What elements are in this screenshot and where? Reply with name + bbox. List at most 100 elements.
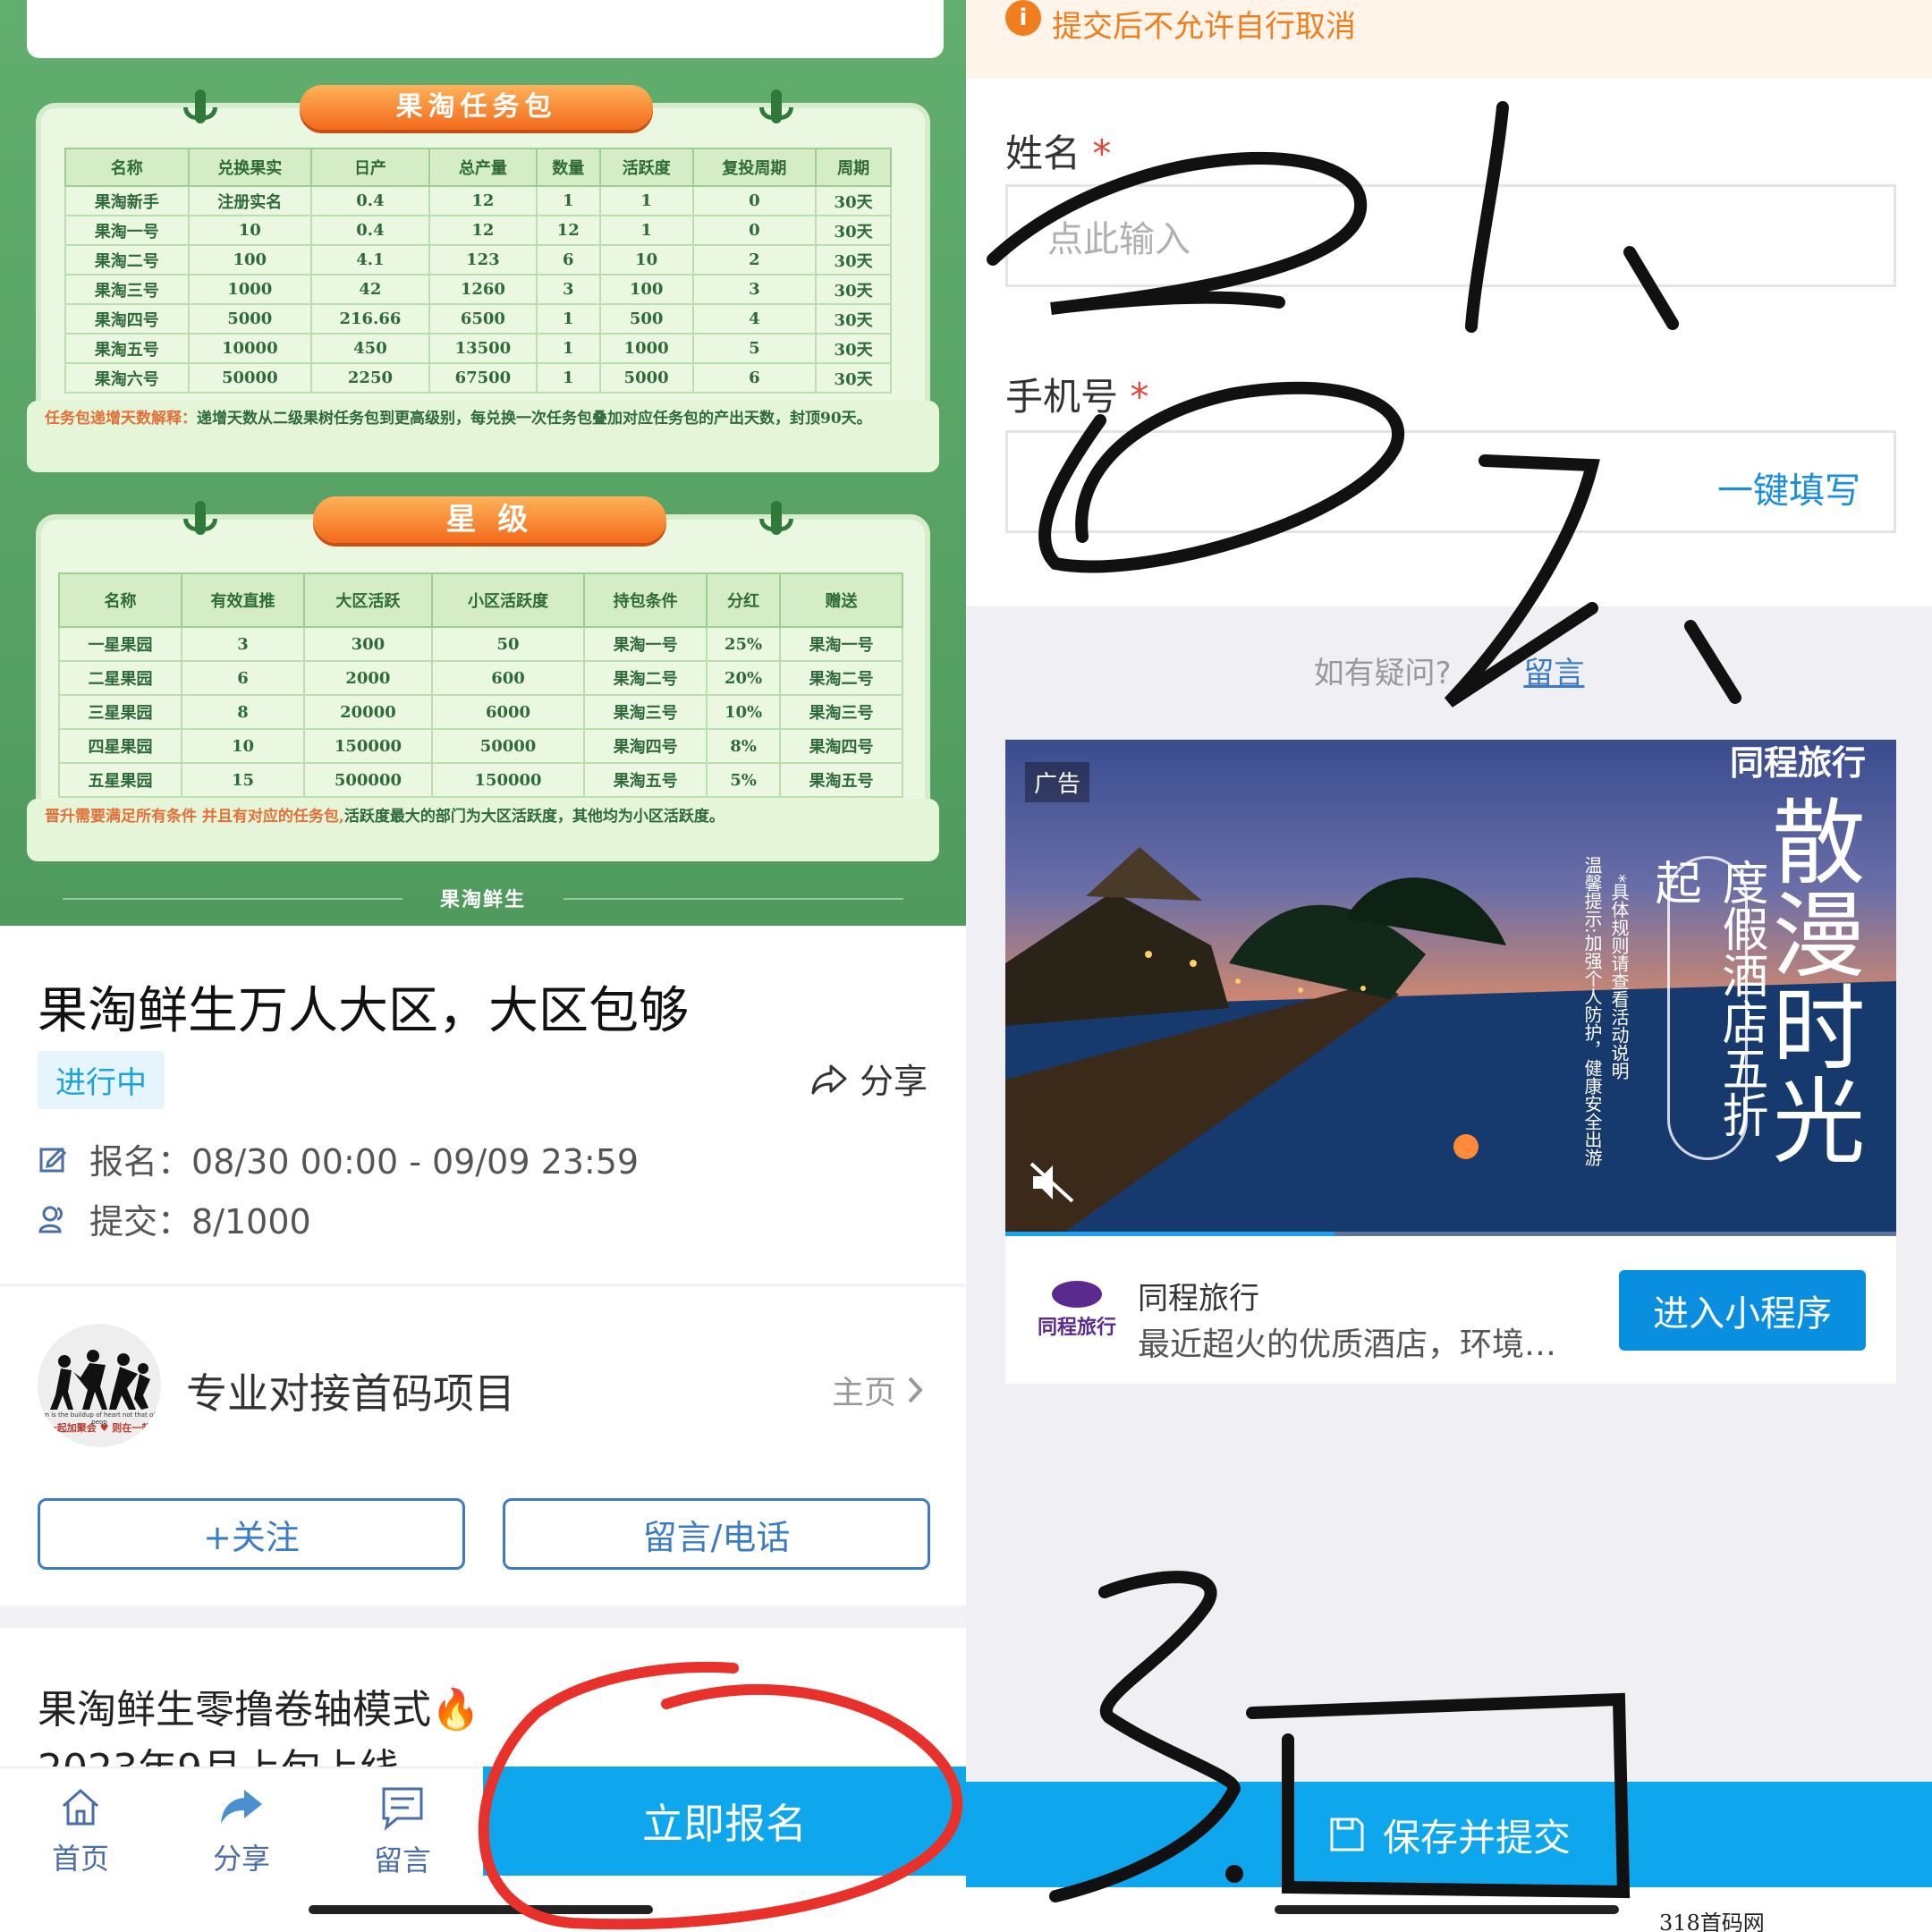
poster-top-card xyxy=(27,0,944,58)
submit-label: 提交： xyxy=(89,1202,192,1241)
follow-button[interactable]: +关注 xyxy=(38,1498,465,1570)
star-table-cell: 果淘五号 xyxy=(583,762,708,798)
task-table-cell: 4 xyxy=(691,303,818,335)
ad-info-card[interactable]: 同程旅行 同程旅行 最近超火的优质酒店，环境… 进入小程序 xyxy=(1005,1236,1896,1384)
task-table-cell: 5000 xyxy=(187,303,313,335)
tab-home[interactable]: 首页 xyxy=(45,1784,116,1877)
task-table-cell: 30天 xyxy=(815,185,892,216)
avatar[interactable]: m is the buildup of heart not that of pe… xyxy=(38,1324,161,1447)
home-indicator xyxy=(309,1905,653,1914)
task-table-cell: 3 xyxy=(535,274,601,305)
project-poster-image: 果淘任务包 名称 兑换果实 日产 总产量 数量 活跃度 复投周期 周期 果淘新手 注册实名 0.4… xyxy=(0,0,966,926)
enter-miniprogram-button[interactable]: 进入小程序 xyxy=(1619,1270,1866,1351)
star-table-row: 四星果园 10 150000 50000 果淘四号 8% 果淘四号 xyxy=(58,728,904,764)
homepage-link[interactable]: 主页 xyxy=(832,1367,925,1413)
star-table-cell: 20% xyxy=(706,660,781,696)
task-header-cell: 名称 xyxy=(64,148,190,187)
task-table-cell: 1000 xyxy=(598,333,694,364)
poster-footer-title: 果淘鲜生 xyxy=(439,888,526,911)
task-table-cell: 12 xyxy=(428,185,538,216)
divider-line xyxy=(63,898,402,900)
users-icon xyxy=(38,1206,63,1233)
signup-now-button[interactable]: 立即报名 xyxy=(483,1767,966,1876)
star-header-cell: 大区活跃 xyxy=(303,572,433,628)
task-table-cell: 1 xyxy=(598,215,694,246)
task-table-cell: 12 xyxy=(535,215,601,246)
task-table-cell: 450 xyxy=(310,333,430,364)
task-table-cell: 果淘四号 xyxy=(64,303,190,335)
ad-banner[interactable]: 广告 同程旅行 散漫时光 度假酒店五折起 *具体规则请查看活动说明 温馨提示:加… xyxy=(1005,740,1896,1236)
star-table-cell: 一星果园 xyxy=(58,626,182,662)
advertiser-name: 同程旅行 xyxy=(1138,1281,1259,1317)
star-table-cell: 果淘四号 xyxy=(778,728,904,764)
watermark: 318首码网 www.E318.com xyxy=(1659,1911,1765,1932)
section-divider xyxy=(0,1284,966,1287)
name-input[interactable]: 点此输入 xyxy=(1005,184,1896,287)
question-text: 如有疑问? xyxy=(1313,656,1452,691)
task-table-cell: 5000 xyxy=(598,362,694,394)
star-table-cell: 8% xyxy=(706,728,781,764)
signup-form: 姓名 * 点此输入 手机号 * 一键填写 xyxy=(966,79,1932,606)
task-table-cell: 10 xyxy=(598,244,694,275)
safe-area xyxy=(483,1876,966,1932)
contact-button[interactable]: 留言/电话 xyxy=(503,1498,930,1570)
star-header-cell: 分红 xyxy=(706,572,781,628)
autofill-button[interactable]: 一键填写 xyxy=(1717,462,1860,513)
chevron-right-icon xyxy=(908,1377,923,1403)
task-table-cell: 果淘二号 xyxy=(64,244,190,275)
task-table-cell: 12 xyxy=(428,215,538,246)
star-table-cell: 五星果园 xyxy=(58,762,182,798)
task-table-cell: 123 xyxy=(428,244,538,275)
tab-comment[interactable]: 留言 xyxy=(367,1784,438,1879)
star-level-note: 晋升需要满足所有条件 并且有对应的任务包,活跃度最大的部门为大区活跃度，其他均为… xyxy=(27,799,939,861)
star-table-row: 三星果园 8 20000 6000 果淘三号 10% 果淘三号 xyxy=(58,694,904,730)
task-table-cell: 4.1 xyxy=(310,244,430,275)
divider-line xyxy=(564,898,903,900)
task-package-title: 果淘任务包 xyxy=(300,85,653,130)
share-button[interactable]: 分享 xyxy=(809,1054,928,1103)
signup-time-row: 报名：08/30 00:00 - 09/09 23:59 xyxy=(38,1134,639,1183)
task-table-cell: 2 xyxy=(691,244,818,275)
task-table-cell: 果淘一号 xyxy=(64,215,190,246)
star-table-cell: 50000 xyxy=(430,728,586,764)
star-table-cell: 300 xyxy=(303,626,433,662)
tab-home-label: 首页 xyxy=(51,1842,109,1876)
star-level-title: 星 级 xyxy=(313,496,666,543)
star-note-highlight: 晋升需要满足所有条件 并且有对应的任务包, xyxy=(45,808,344,826)
task-table-cell: 30天 xyxy=(815,215,892,246)
organizer-name[interactable]: 专业对接首码项目 xyxy=(186,1361,515,1420)
task-table-cell: 3 xyxy=(691,274,818,305)
star-table-cell: 果淘五号 xyxy=(778,762,904,798)
mute-icon[interactable] xyxy=(1028,1160,1078,1205)
task-table-cell: 1 xyxy=(598,185,694,216)
star-table-cell: 15 xyxy=(181,762,305,798)
star-header-cell: 小区活跃度 xyxy=(430,572,586,628)
task-table-row: 果淘四号 5000 216.66 6500 1 500 4 30天 xyxy=(64,303,892,335)
task-table-cell: 6500 xyxy=(428,303,538,335)
star-header-cell: 有效直推 xyxy=(181,572,305,628)
phone-label: 手机号 * xyxy=(1005,367,1148,421)
task-table-cell: 1 xyxy=(535,303,601,335)
tab-share[interactable]: 分享 xyxy=(206,1784,277,1877)
star-table-cell: 6000 xyxy=(430,694,586,730)
comment-link[interactable]: 留言 xyxy=(1523,656,1584,691)
tongcheng-logo: 同程旅行 xyxy=(1032,1281,1122,1343)
save-submit-button[interactable]: 保存并提交 xyxy=(966,1782,1932,1887)
task-table-cell: 30天 xyxy=(815,362,892,394)
task-table-header-row: 名称 兑换果实 日产 总产量 数量 活跃度 复投周期 周期 xyxy=(64,148,892,187)
logo-mark xyxy=(1052,1281,1102,1308)
homepage-label: 主页 xyxy=(832,1375,897,1411)
star-table-cell: 果淘三号 xyxy=(778,694,904,730)
ad-tag[interactable]: 广告 xyxy=(1025,762,1090,802)
task-table-cell: 5 xyxy=(691,333,818,364)
task-table-cell: 2250 xyxy=(310,362,430,394)
star-table-row: 一星果园 3 300 50 果淘一号 25% 果淘一号 xyxy=(58,626,904,662)
task-table-row: 果淘六号 50000 2250 67500 1 5000 6 30天 xyxy=(64,362,892,394)
task-table-cell: 果淘三号 xyxy=(64,274,190,305)
task-table-cell: 100 xyxy=(598,274,694,305)
task-table-cell: 1 xyxy=(535,362,601,394)
task-table-cell: 10000 xyxy=(187,333,313,364)
phone-label-text: 手机号 xyxy=(1005,375,1119,419)
ad-description: 最近超火的优质酒店，环境… xyxy=(1138,1326,1557,1363)
star-table-cell: 果淘一号 xyxy=(778,626,904,662)
